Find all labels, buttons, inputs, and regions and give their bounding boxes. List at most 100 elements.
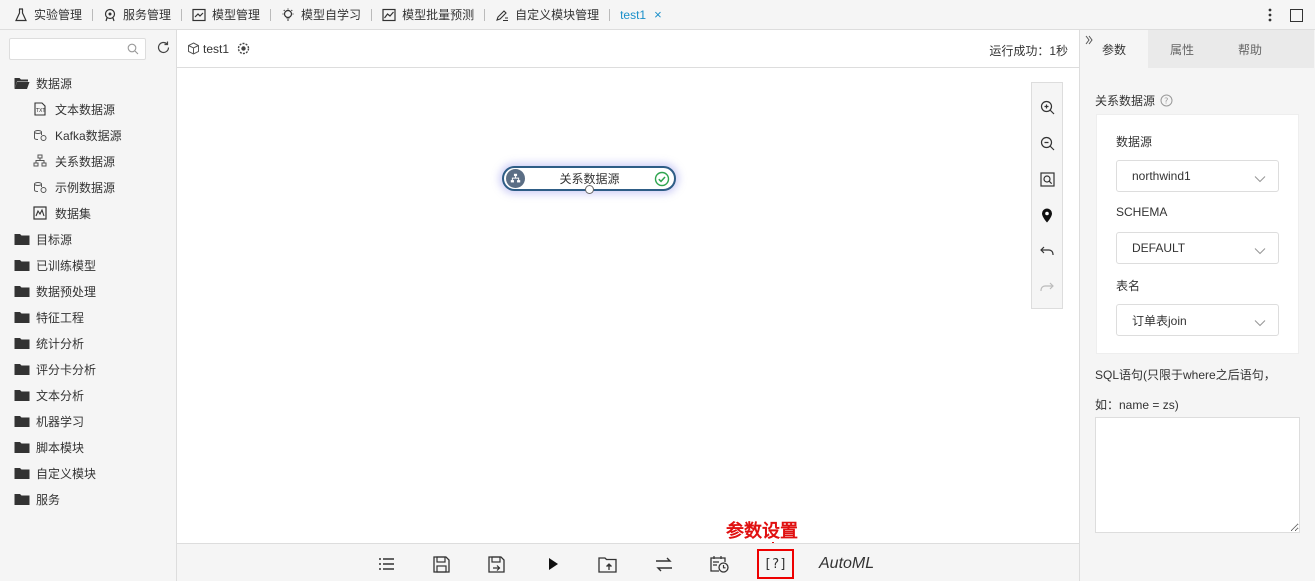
zoom-out-icon[interactable] <box>1035 125 1059 161</box>
automl-button[interactable]: AutoML <box>819 555 874 573</box>
sql-textarea[interactable] <box>1095 417 1300 533</box>
panel-tabs: 参数 属性 帮助 <box>1080 30 1315 68</box>
svg-text:TXT: TXT <box>35 108 46 114</box>
window-controls <box>1260 0 1315 30</box>
nav-item-self-learning[interactable]: 模型自学习 <box>281 0 361 30</box>
chevron-down-icon <box>1254 316 1266 330</box>
tree-item-text-analysis[interactable]: 文本分析 <box>0 382 177 408</box>
nav-item-batch-predict[interactable]: 模型批量预测 <box>382 0 474 30</box>
chevron-down-icon <box>1254 244 1266 258</box>
tree-item-script-module[interactable]: 脚本模块 <box>0 434 177 460</box>
tree-item-dataset[interactable]: 数据集 <box>0 200 177 226</box>
tree-item-target-source[interactable]: 目标源 <box>0 226 177 252</box>
schema-select[interactable]: DEFAULT <box>1116 232 1279 264</box>
flow-node-relational-source[interactable]: 关系数据源 <box>502 166 676 194</box>
undo-icon[interactable] <box>1035 233 1059 269</box>
search-input[interactable] <box>10 39 120 59</box>
more-vertical-icon[interactable] <box>1260 0 1280 30</box>
tree-item-relational-source[interactable]: 关系数据源 <box>0 148 177 174</box>
module-tree: 数据源 TXT 文本数据源 Kafka数据源 关系数据源 示例数据源 数据集 目… <box>0 70 177 512</box>
folder-icon <box>14 440 30 454</box>
tab-params[interactable]: 参数 <box>1080 30 1148 68</box>
folder-icon <box>14 284 30 298</box>
folder-icon <box>14 362 30 376</box>
relation-icon <box>33 154 49 168</box>
tree-item-machine-learning[interactable]: 机器学习 <box>0 408 177 434</box>
field-label-datasource: 数据源 <box>1116 135 1153 149</box>
tree-item-kafka-source[interactable]: Kafka数据源 <box>0 122 177 148</box>
tree-item-trained-models[interactable]: 已训练模型 <box>0 252 177 278</box>
search-box <box>9 38 146 60</box>
nav-divider <box>181 8 183 21</box>
nav-item-service[interactable]: 服务管理 <box>103 0 171 30</box>
tab-help[interactable]: 帮助 <box>1216 30 1284 68</box>
flow-canvas[interactable]: 关系数据源 参数设置 <box>177 68 1079 574</box>
experiment-icon <box>187 42 200 55</box>
run-icon[interactable] <box>543 554 563 574</box>
table-select[interactable]: 订单表join <box>1116 304 1279 336</box>
save-icon[interactable] <box>431 554 451 574</box>
experiment-workspace: test1 运行成功：1秒 关系数据源 参数设置 [?] AutoML <box>177 30 1079 581</box>
tree-item-preprocessing[interactable]: 数据预处理 <box>0 278 177 304</box>
dataset-icon <box>33 206 49 220</box>
tree-item-scorecard[interactable]: 评分卡分析 <box>0 356 177 382</box>
double-chevron-right-icon[interactable] <box>1085 35 1093 48</box>
tree-item-sample-source[interactable]: 示例数据源 <box>0 174 177 200</box>
output-port[interactable] <box>585 185 594 194</box>
chart-line-icon <box>192 8 206 22</box>
datasource-select[interactable]: northwind1 <box>1116 160 1279 192</box>
location-pin-icon[interactable] <box>1035 197 1059 233</box>
sql-label: SQL语句(只限于where之后语句， <box>1095 368 1276 382</box>
export-icon[interactable] <box>598 554 618 574</box>
module-sidebar: 数据源 TXT 文本数据源 Kafka数据源 关系数据源 示例数据源 数据集 目… <box>0 30 177 581</box>
top-navigation: 实验管理 服务管理 模型管理 模型自学习 模型批量预测 自定义模块管理 test… <box>0 0 1315 30</box>
folder-icon <box>14 492 30 506</box>
properties-panel: 参数 属性 帮助 关系数据源 ? 数据源 northwind1 SCHEMA D… <box>1079 30 1315 581</box>
tree-item-feature-engineering[interactable]: 特征工程 <box>0 304 177 330</box>
refresh-icon[interactable] <box>156 40 171 58</box>
nav-item-experiment[interactable]: 实验管理 <box>14 0 82 30</box>
nav-item-model[interactable]: 模型管理 <box>192 0 260 30</box>
close-icon[interactable]: × <box>654 7 662 22</box>
tab-properties[interactable]: 属性 <box>1148 30 1216 68</box>
settings-icon[interactable] <box>237 42 250 55</box>
maximize-icon[interactable] <box>1290 8 1303 22</box>
zoom-in-icon[interactable] <box>1035 89 1059 125</box>
tree-item-custom-module[interactable]: 自定义模块 <box>0 460 177 486</box>
params-card: 数据源 northwind1 SCHEMA DEFAULT 表名 订单表join <box>1096 114 1299 354</box>
list-icon[interactable] <box>376 554 396 574</box>
search-icon[interactable] <box>127 43 139 58</box>
folder-icon <box>14 310 30 324</box>
help-circle-icon[interactable]: ? <box>1160 94 1173 107</box>
section-title: 关系数据源 ? <box>1095 92 1173 109</box>
sample-db-icon <box>33 180 49 194</box>
save-as-icon[interactable] <box>486 554 506 574</box>
nav-divider <box>609 8 611 21</box>
folder-icon <box>14 336 30 350</box>
field-label-schema: SCHEMA <box>1116 205 1168 219</box>
folder-icon <box>14 414 30 428</box>
text-file-icon: TXT <box>33 102 49 116</box>
canvas-toolbar <box>1031 82 1063 309</box>
tree-item-service[interactable]: 服务 <box>0 486 177 512</box>
swap-icon[interactable] <box>654 554 674 574</box>
sql-label-example: 如：name = zs) <box>1095 398 1179 412</box>
tree-item-datasource[interactable]: 数据源 <box>0 70 177 96</box>
folder-icon <box>14 466 30 480</box>
folder-open-icon <box>14 76 30 90</box>
nav-divider <box>371 8 373 21</box>
chevron-down-icon <box>1254 172 1266 186</box>
field-label-table: 表名 <box>1116 279 1141 293</box>
pen-list-icon <box>495 8 509 22</box>
canvas-header: test1 运行成功：1秒 <box>177 30 1079 68</box>
tree-item-statistics[interactable]: 统计分析 <box>0 330 177 356</box>
nav-item-custom-module[interactable]: 自定义模块管理 <box>495 0 599 30</box>
redo-icon[interactable] <box>1035 269 1059 305</box>
tree-item-text-source[interactable]: TXT 文本数据源 <box>0 96 177 122</box>
experiment-title: test1 <box>203 41 230 56</box>
tab-test1[interactable]: test1 × <box>620 0 662 30</box>
param-settings-button[interactable]: [?] <box>757 549 794 579</box>
service-icon <box>103 8 117 22</box>
fit-view-icon[interactable] <box>1035 161 1059 197</box>
schedule-icon[interactable] <box>709 554 729 574</box>
